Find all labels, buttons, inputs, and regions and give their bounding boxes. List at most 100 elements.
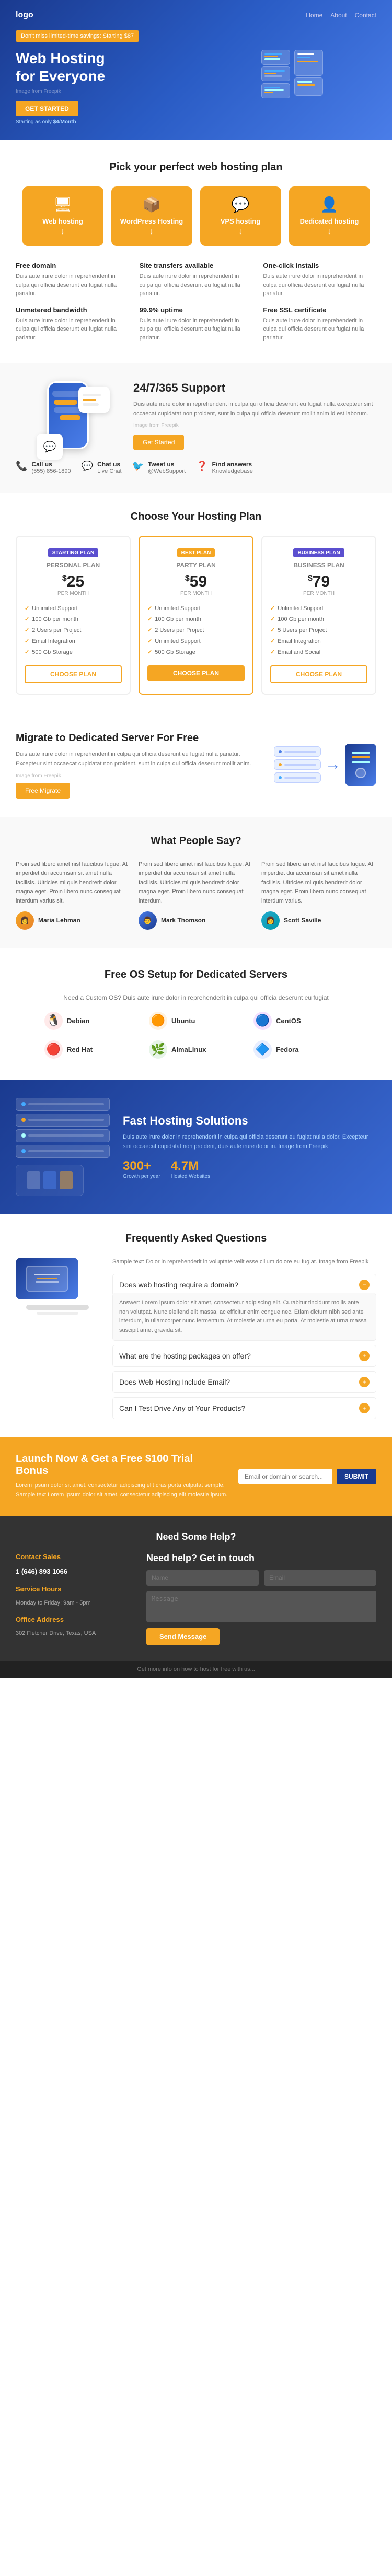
plan-name-1: PARTY PLAN (147, 561, 245, 569)
hosting-card-icon-2: 💬 (208, 196, 273, 213)
stats-row: 300+ Growth per year 4.7M Hosted Website… (123, 1159, 376, 1179)
hosting-card-icon-0: 🖥 (30, 196, 96, 213)
feature-1: Site transfers available Duis aute irure… (140, 262, 253, 298)
plan-period-2: PER MONTH (270, 591, 367, 596)
hosting-card-2[interactable]: 💬 VPS hosting ↓ (200, 186, 281, 246)
faq-item-3[interactable]: Can I Test Drive Any of Your Products? + (112, 1397, 376, 1419)
cta-submit-button[interactable]: SUBMIT (337, 1469, 376, 1484)
plan-btn-2[interactable]: CHOOSE PLAN (270, 665, 367, 683)
hosting-plans-title: Pick your perfect web hosting plan (16, 161, 376, 173)
avatar-2: 👩 (261, 911, 280, 930)
os-name-redhat: Red Hat (67, 1046, 93, 1053)
plan-feat-1-2: 2 Users per Project (147, 625, 245, 636)
plan-feat-2-2: 5 Users per Project (270, 625, 367, 636)
testimonial-text-0: Proin sed libero amet nisl faucibus fugu… (16, 860, 131, 906)
testimonial-1: Proin sed libero amet nisl faucibus fugu… (139, 860, 253, 930)
faq-intro: Sample text: Dolor in reprehenderit in v… (112, 1258, 376, 1267)
logo: logo (16, 10, 33, 20)
hero-cta-button[interactable]: GET STARTED (16, 101, 78, 116)
hosting-card-title-0: Web hosting (30, 217, 96, 225)
cta-desc: Lorem ipsum dolor sit amet, consectetur … (16, 1481, 228, 1500)
os-icon-fedora: 🔷 (253, 1040, 272, 1059)
help-form-title: Need help? Get in touch (146, 1553, 376, 1564)
hero-text: Web Hosting for Everyone Image from Free… (16, 50, 261, 125)
contact-value-0: (555) 856-1890 (31, 468, 71, 474)
feature-desc-0: Duis aute irure dolor in reprehenderit i… (16, 272, 129, 298)
choose-plan-title: Choose Your Hosting Plan (16, 511, 376, 523)
nav-about[interactable]: About (330, 11, 347, 19)
hosting-card-3[interactable]: 👤 Dedicated hosting ↓ (289, 186, 370, 246)
nav-links: Home About Contact (306, 11, 376, 19)
testimonials-title: What People Say? (16, 835, 376, 847)
fast-content: Fast Hosting Solutions Duis aute irure d… (123, 1114, 376, 1179)
fast-title: Fast Hosting Solutions (123, 1114, 376, 1128)
nav-contact[interactable]: Contact (355, 11, 376, 19)
fast-desc: Duis aute irure dolor in reprehenderit i… (123, 1133, 376, 1151)
os-icon-centos: 🔵 (253, 1012, 272, 1030)
os-title: Free OS Setup for Dedicated Servers (16, 969, 376, 981)
feature-title-5: Free SSL certificate (263, 306, 376, 314)
form-name-input[interactable] (146, 1570, 259, 1586)
faq-q-text-2: Does Web Hosting Include Email? (119, 1378, 230, 1386)
faq-toggle-2[interactable]: + (359, 1377, 370, 1387)
plan-feat-1-1: 100 Gb per month (147, 614, 245, 625)
contact-item-1: 💬 Chat us Live Chat (82, 461, 122, 474)
os-name-centos: CentOS (276, 1017, 301, 1025)
os-item-centos: 🔵 CentOS (253, 1012, 348, 1030)
migrate-desc: Duis aute irure dolor in reprehenderit i… (16, 750, 259, 768)
cta-email-input[interactable] (238, 1469, 332, 1484)
form-send-button[interactable]: Send Message (146, 1628, 220, 1645)
plan-price-0: $25 (25, 573, 122, 591)
plan-card-0: STARTING PLAN PERSONAL PLAN $25 PER MONT… (16, 536, 131, 695)
contact-title-1: Chat us (97, 461, 121, 468)
plan-price-2: $79 (270, 573, 367, 591)
hosting-card-0[interactable]: 🖥 Web hosting ↓ (22, 186, 103, 246)
feature-3: Unmetered bandwidth Duis aute irure dolo… (16, 306, 129, 343)
form-email-input[interactable] (264, 1570, 376, 1586)
migrate-text: Migrate to Dedicated Server For Free Dui… (16, 731, 259, 798)
faq-question-0[interactable]: Does web hosting require a domain? − (112, 1274, 376, 1296)
support-img-credit: Image from Freepik (133, 423, 376, 428)
faq-q-text-1: What are the hosting packages on offer? (119, 1352, 251, 1360)
plan-price-1: $59 (147, 573, 245, 591)
migrate-cta-button[interactable]: Free Migrate (16, 783, 70, 799)
faq-answer-0: Answer: Lorem ipsum dolor sit amet, cons… (112, 1293, 376, 1341)
feature-2: One-click installs Duis aute irure dolor… (263, 262, 376, 298)
os-item-ubuntu: 🟠 Ubuntu (149, 1012, 243, 1030)
form-message-input[interactable] (146, 1591, 376, 1622)
faq-title: Frequently Asked Questions (16, 1233, 376, 1245)
contact-item-0: 📞 Call us (555) 856-1890 (16, 461, 71, 474)
support-cta-button[interactable]: Get Started (133, 435, 184, 450)
faq-item-2[interactable]: Does Web Hosting Include Email? + (112, 1371, 376, 1393)
faq-item-1[interactable]: What are the hosting packages on offer? … (112, 1345, 376, 1367)
os-icon-almalinux: 🌿 (149, 1040, 167, 1059)
plan-feat-0-3: Email Integration (25, 636, 122, 647)
faq-toggle-3[interactable]: + (359, 1403, 370, 1413)
hosting-card-1[interactable]: 📦 WordPress Hosting ↓ (111, 186, 192, 246)
faq-toggle-1[interactable]: + (359, 1351, 370, 1361)
support-illustration: 💬 (16, 381, 120, 449)
hosting-card-arrow-2: ↓ (208, 227, 273, 237)
help-footer-title: Need Some Help? (16, 1531, 376, 1542)
contact-sales-phone: 1 (646) 893 1066 (16, 1566, 131, 1577)
os-name-almalinux: AlmaLinux (171, 1046, 206, 1053)
os-icon-debian: 🐧 (44, 1012, 63, 1030)
nav-home[interactable]: Home (306, 11, 322, 19)
feature-title-4: 99.9% uptime (140, 306, 253, 314)
hero-illustration (261, 50, 376, 98)
plan-badge-1: BEST PLAN (177, 548, 215, 557)
os-subtitle: Need a Custom OS? Duis aute irure dolor … (16, 994, 376, 1001)
stat-num-1: 4.7M (171, 1159, 210, 1174)
faq-toggle-0[interactable]: − (359, 1280, 370, 1290)
contact-value-2: @WebSupport (148, 468, 186, 474)
contact-info-3: Find answers Knowledgebase (212, 461, 253, 474)
os-name-debian: Debian (67, 1017, 89, 1025)
faq-q-text-3: Can I Test Drive Any of Your Products? (119, 1404, 245, 1412)
plan-btn-0[interactable]: CHOOSE PLAN (25, 665, 122, 683)
support-content: 24/7/365 Support Duis aute irure dolor i… (133, 381, 376, 450)
person-name-1: Mark Thomson (161, 917, 205, 924)
plan-btn-1[interactable]: CHOOSE PLAN (147, 665, 245, 681)
cta-form: SUBMIT (238, 1469, 376, 1484)
plan-feat-2-0: Unlimited Support (270, 603, 367, 614)
help-inner: Contact Sales 1 (646) 893 1066 Service H… (16, 1553, 376, 1645)
